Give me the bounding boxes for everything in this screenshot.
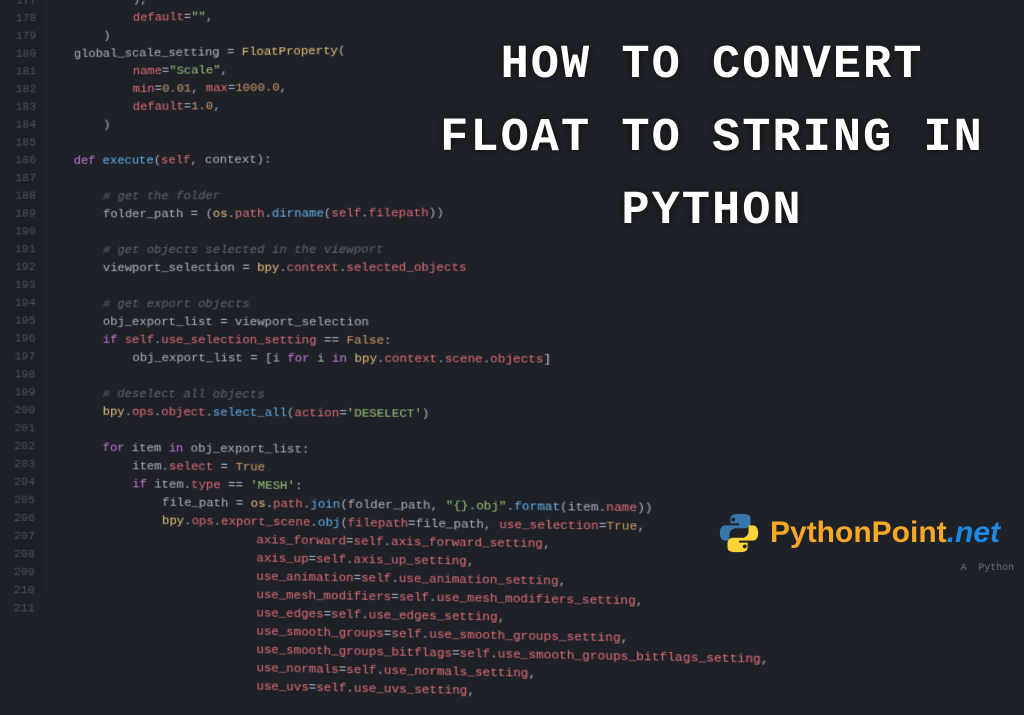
line-number: 191 [0,242,36,260]
line-number: 179 [1,28,36,46]
line-number: 183 [1,99,37,117]
line-number: 178 [1,11,36,29]
brand-text: PythonPoint.net [770,516,1000,550]
line-number: 200 [0,403,35,421]
line-number: 206 [0,510,35,528]
line-number: 189 [0,206,36,224]
line-number: 181 [1,64,36,82]
line-number: 207 [0,528,35,546]
line-number: 198 [0,367,35,385]
status-bar: A Python [951,561,1024,576]
line-number: 205 [0,492,35,510]
line-number: 187 [0,170,36,188]
line-number: 202 [0,438,35,456]
brand-domain: .net [947,516,1000,549]
line-number: 197 [0,349,35,367]
code-line [44,277,1024,296]
brand-logo: PythonPoint.net [716,510,1000,556]
code-line: # get export objects [44,295,1024,314]
line-number: 180 [1,46,36,64]
status-language: Python [978,563,1014,574]
line-number: 211 [0,600,35,619]
code-line: viewport_selection = bpy.context.selecte… [44,258,1024,277]
line-number: 188 [0,188,36,206]
line-number: 195 [0,313,35,331]
line-number: 201 [0,421,35,439]
page-title: HOW TO CONVERT FLOAT TO STRING IN PYTHON [432,30,992,249]
brand-name: PythonPoint [770,516,947,549]
status-indicator: A [961,563,967,574]
line-number: 182 [1,82,37,100]
line-number: 177 [1,0,36,11]
line-number: 209 [0,564,35,583]
line-number: 208 [0,546,35,565]
line-number: 204 [0,474,35,492]
line-number: 185 [0,135,36,153]
line-number: 193 [0,277,36,295]
line-number: 192 [0,260,36,278]
line-number: 199 [0,385,35,403]
python-logo-icon [716,510,762,556]
line-number: 196 [0,331,35,349]
line-number: 190 [0,224,36,242]
line-number: 203 [0,456,35,474]
line-number: 184 [1,117,37,135]
line-number: 186 [0,153,36,171]
line-number: 210 [0,582,35,601]
line-number: 194 [0,295,36,313]
line-number-gutter: 1771781791801811821831841851861871881891… [0,0,45,593]
